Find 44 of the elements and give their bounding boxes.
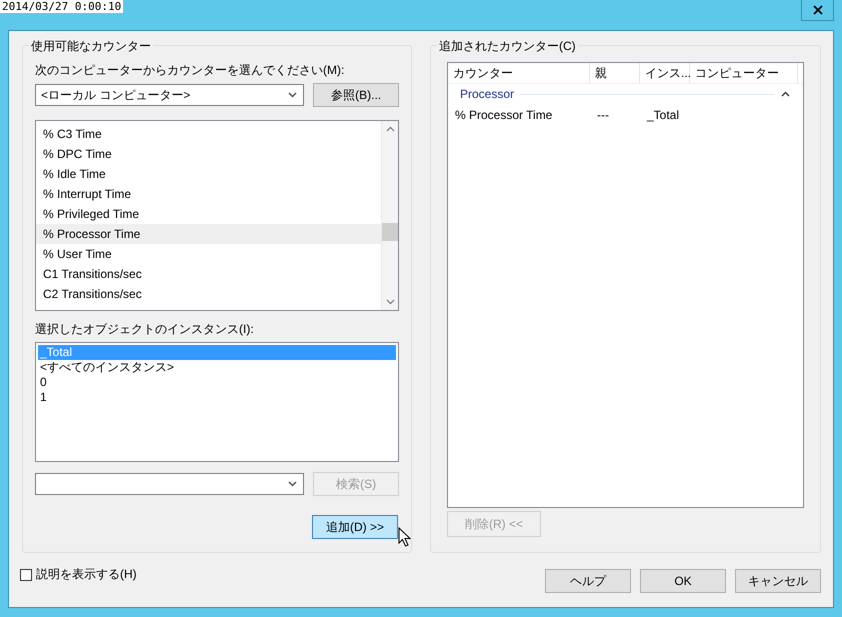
timestamp: 2014/03/27 0:00:10 <box>0 0 124 13</box>
chevron-down-icon <box>386 299 394 305</box>
instance-item[interactable]: <すべてのインスタンス> <box>38 360 396 375</box>
field-label: 次のコンピューターからカウンターを選んでください(M): <box>35 62 346 79</box>
counter-item[interactable]: % C3 Time <box>36 124 381 144</box>
table-cell-text: --- <box>596 108 610 122</box>
add-button[interactable]: 追加(D) >> <box>312 515 398 539</box>
table-cell-text: % Processor Time <box>454 108 554 122</box>
checkbox-label: 説明を表示する(H) <box>36 566 137 583</box>
counter-item[interactable]: % Privileged Time <box>36 204 381 224</box>
close-button[interactable] <box>801 0 834 21</box>
chevron-down-icon <box>288 481 298 487</box>
column-header[interactable]: コンピューター <box>690 63 798 83</box>
chevron-up-icon[interactable] <box>781 91 790 97</box>
close-icon <box>812 5 822 15</box>
group-title: 使用可能なカウンター <box>29 38 153 55</box>
checkbox[interactable] <box>20 568 32 580</box>
table-cell-text: _Total <box>646 108 680 122</box>
instance-item[interactable]: 0 <box>38 375 396 390</box>
computer-dropdown[interactable]: <ローカル コンピューター> <box>35 84 304 106</box>
counter-item[interactable]: % User Time <box>36 244 381 264</box>
scrollbar[interactable] <box>381 121 398 310</box>
instance-item[interactable]: 1 <box>38 390 396 405</box>
column-header[interactable]: インス... <box>640 63 690 83</box>
dialog-button[interactable]: ヘルプ <box>545 569 631 593</box>
column-header[interactable]: 親 <box>590 63 640 83</box>
search-dropdown[interactable] <box>35 473 304 495</box>
counter-item[interactable]: % DPC Time <box>36 144 381 164</box>
dialog-button[interactable]: キャンセル <box>735 569 821 593</box>
chevron-down-icon <box>288 92 298 98</box>
counter-item[interactable]: C1 Transitions/sec <box>36 264 381 284</box>
group-name: Processor <box>460 87 514 101</box>
dialog-button[interactable]: OK <box>640 569 726 593</box>
counter-item[interactable]: C2 Transitions/sec <box>36 284 381 304</box>
counter-item[interactable]: % Processor Time <box>36 224 381 244</box>
counter-item[interactable]: % Interrupt Time <box>36 184 381 204</box>
group-title: 追加されたカウンター(C) <box>437 38 578 55</box>
scrollbar-thumb[interactable] <box>382 223 398 241</box>
chevron-up-icon <box>386 126 394 132</box>
mouse-cursor-icon <box>398 527 411 547</box>
counter-item[interactable]: % Idle Time <box>36 164 381 184</box>
column-header[interactable]: カウンター <box>448 63 590 83</box>
browse-button[interactable]: 参照(B)... <box>313 83 399 107</box>
field-label: 選択したオブジェクトのインスタンス(I): <box>35 321 255 338</box>
